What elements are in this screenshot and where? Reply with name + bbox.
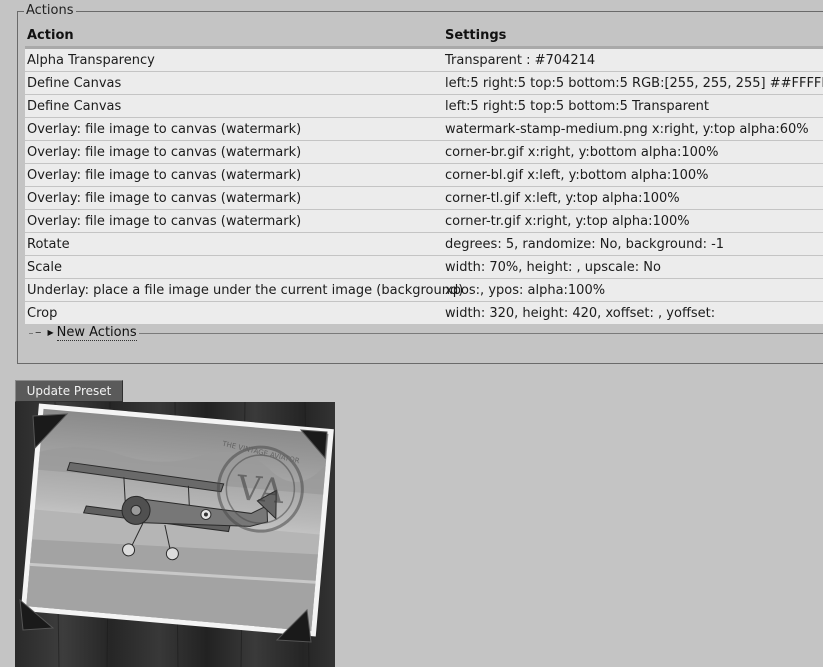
preset-preview-image: VA THE VINTAGE AVIATOR [15,402,335,667]
action-cell: Scale [25,255,443,279]
action-cell: Overlay: file image to canvas (watermark… [25,209,443,233]
new-actions-label[interactable]: New Actions [56,325,137,341]
table-row: Alpha Transparency Transparent : #704214 [25,47,823,72]
settings-cell: corner-tr.gif x:right, y:top alpha:100% [443,209,823,233]
action-cell: Define Canvas [25,71,443,95]
column-header-settings: Settings [443,25,823,49]
triangle-right-icon: ▶ [47,328,54,337]
settings-cell: corner-br.gif x:right, y:bottom alpha:10… [443,140,823,164]
action-cell: Overlay: file image to canvas (watermark… [25,140,443,164]
settings-cell: corner-tl.gif x:left, y:top alpha:100% [443,186,823,210]
new-actions-divider [29,333,823,334]
settings-cell: Transparent : #704214 [443,47,823,72]
fieldset-corner [17,11,23,12]
table-row: Define Canvas left:5 right:5 top:5 bottom… [25,71,823,95]
settings-cell: left:5 right:5 top:5 bottom:5 Transparen… [443,94,823,118]
table-row: Rotate degrees: 5, randomize: No, backgro… [25,232,823,256]
action-cell: Overlay: file image to canvas (watermark… [25,186,443,210]
table-row: Overlay: file image to canvas (watermark… [25,117,823,141]
action-cell: Underlay: place a file image under the c… [25,278,463,302]
action-cell: Alpha Transparency [25,47,443,72]
action-cell: Crop [25,301,443,325]
action-cell: Rotate [25,232,443,256]
table-row: Overlay: file image to canvas (watermark… [25,163,823,187]
actions-legend: Actions [24,3,76,19]
table-row: Underlay: place a file image under the c… [25,278,823,302]
settings-cell: left:5 right:5 top:5 bottom:5 RGB:[255, … [443,71,823,95]
table-row: Overlay: file image to canvas (watermark… [25,140,823,164]
settings-cell: degrees: 5, randomize: No, background: -… [443,232,823,256]
action-cell: Overlay: file image to canvas (watermark… [25,163,443,187]
settings-cell: xpos:, ypos: alpha:100% [443,278,823,302]
update-preset-button[interactable]: Update Preset [15,380,123,402]
table-row: Crop width: 320, height: 420, xoffset: , … [25,301,823,325]
settings-cell: width: 320, height: 420, xoffset: , yoff… [443,301,823,325]
table-row: Overlay: file image to canvas (watermark… [25,209,823,233]
column-header-action: Action [25,25,443,49]
settings-cell: corner-bl.gif x:left, y:bottom alpha:100… [443,163,823,187]
collapse-dash: – [35,325,42,340]
table-header-row: Action Settings [25,25,823,49]
table-row: Define Canvas left:5 right:5 top:5 bottom… [25,94,823,118]
table-row: Scale width: 70%, height: , upscale: No [25,255,823,279]
actions-table: Action Settings Alpha Transparency Transp… [25,25,823,325]
svg-text:VA: VA [234,468,286,512]
new-actions-toggle[interactable]: – ▶ New Actions [33,325,139,341]
table-row: Overlay: file image to canvas (watermark… [25,186,823,210]
action-cell: Overlay: file image to canvas (watermark… [25,117,443,141]
action-cell: Define Canvas [25,94,443,118]
settings-cell: width: 70%, height: , upscale: No [443,255,823,279]
settings-cell: watermark-stamp-medium.png x:right, y:to… [443,117,823,141]
